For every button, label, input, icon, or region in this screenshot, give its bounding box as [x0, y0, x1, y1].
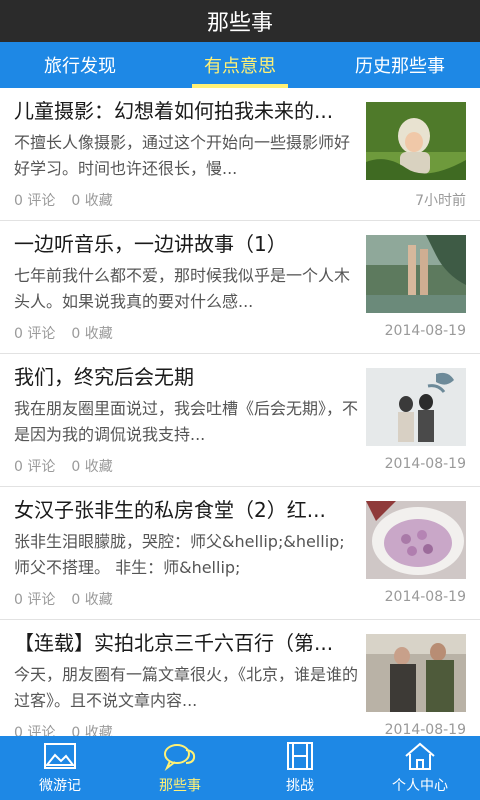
article-time: 2014-08-19 — [384, 323, 466, 339]
article-summary: 不擅长人像摄影，通过这个开始向一些摄影师好好学习。时间也许还很长，慢... — [14, 133, 351, 178]
article-summary: 张非生泪眼朦胧，哭腔：师父&hellip;&hellip; 师父不搭理。 非生：… — [14, 532, 345, 577]
article-thumbnail — [366, 368, 466, 446]
article-time: 7小时前 — [415, 193, 466, 209]
article-time: 2014-08-19 — [384, 722, 466, 736]
favorite-count: 0 收藏 — [71, 193, 113, 209]
article-thumbnail — [366, 235, 466, 313]
nav-travel-notes[interactable]: 微游记 — [0, 736, 120, 800]
bottom-navigation: 微游记 那些事 挑战 个人中心 — [0, 736, 480, 800]
article-list[interactable]: 儿童摄影：幻想着如何拍我未来的... 不擅长人像摄影，通过这个开始向一些摄影师好… — [0, 88, 480, 736]
tab-travel-discovery[interactable]: 旅行发现 — [0, 42, 160, 88]
comment-count: 0 评论 — [14, 459, 56, 475]
article-title: 女汉子张非生的私房食堂（2）红... — [14, 498, 326, 522]
chat-bubbles-icon — [164, 744, 196, 771]
app-title-bar: 那些事 — [0, 0, 480, 42]
nav-label: 个人中心 — [392, 778, 448, 794]
picture-icon — [44, 743, 76, 769]
nav-label: 那些事 — [159, 778, 201, 794]
photo-child-in-grass-icon — [366, 102, 466, 180]
photo-street-people-icon — [366, 634, 466, 712]
nav-label: 微游记 — [39, 778, 81, 794]
list-item[interactable]: 一边听音乐，一边讲故事（1） 七年前我什么都不爱，那时候我似乎是一个人木头人。如… — [0, 221, 480, 354]
article-thumbnail — [366, 634, 466, 712]
favorite-count: 0 收藏 — [71, 592, 113, 608]
list-item[interactable]: 女汉子张非生的私房食堂（2）红... 张非生泪眼朦胧，哭腔：师父&hellip;… — [0, 487, 480, 620]
article-title: 我们，终究后会无期 — [14, 365, 194, 389]
article-meta: 0 评论 0 收藏 — [14, 456, 113, 476]
film-icon — [287, 742, 313, 770]
list-item[interactable]: 儿童摄影：幻想着如何拍我未来的... 不擅长人像摄影，通过这个开始向一些摄影师好… — [0, 88, 480, 221]
article-summary: 七年前我什么都不爱，那时候我似乎是一个人木头人。如果说我真的要对什么感... — [14, 266, 351, 311]
nav-stories[interactable]: 那些事 — [120, 736, 240, 800]
tab-history[interactable]: 历史那些事 — [320, 42, 480, 88]
photo-food-bowl-icon — [366, 501, 466, 579]
home-icon — [405, 742, 435, 770]
article-title: 一边听音乐，一边讲故事（1） — [14, 232, 287, 256]
article-meta: 0 评论 0 收藏 — [14, 190, 113, 210]
article-meta: 0 评论 0 收藏 — [14, 589, 113, 609]
nav-profile[interactable]: 个人中心 — [360, 736, 480, 800]
article-time: 2014-08-19 — [384, 589, 466, 605]
comment-count: 0 评论 — [14, 592, 56, 608]
tab-label: 有点意思 — [204, 56, 276, 77]
article-meta: 0 评论 0 收藏 — [14, 722, 113, 736]
category-tabs: 旅行发现 有点意思 历史那些事 — [0, 42, 480, 88]
comment-count: 0 评论 — [14, 193, 56, 209]
comment-count: 0 评论 — [14, 326, 56, 342]
tab-interesting[interactable]: 有点意思 — [160, 42, 320, 88]
comment-count: 0 评论 — [14, 725, 56, 736]
nav-challenge[interactable]: 挑战 — [240, 736, 360, 800]
page-title: 那些事 — [206, 11, 273, 36]
tab-label: 旅行发现 — [44, 56, 116, 77]
favorite-count: 0 收藏 — [71, 459, 113, 475]
article-title: 【连载】实拍北京三千六百行（第... — [14, 631, 334, 655]
list-item[interactable]: 我们，终究后会无期 我在朋友圈里面说过，我会吐槽《后会无期》，不是因为我的调侃说… — [0, 354, 480, 487]
favorite-count: 0 收藏 — [71, 326, 113, 342]
photo-legs-by-water-icon — [366, 235, 466, 313]
favorite-count: 0 收藏 — [71, 725, 113, 736]
photo-movie-poster-icon — [366, 368, 466, 446]
article-summary: 我在朋友圈里面说过，我会吐槽《后会无期》，不是因为我的调侃说我支持... — [14, 399, 358, 444]
article-title: 儿童摄影：幻想着如何拍我未来的... — [14, 99, 334, 123]
article-thumbnail — [366, 102, 466, 180]
tab-label: 历史那些事 — [355, 56, 445, 77]
article-meta: 0 评论 0 收藏 — [14, 323, 113, 343]
article-time: 2014-08-19 — [384, 456, 466, 472]
article-summary: 今天，朋友圈有一篇文章很火，《北京，谁是谁的过客》。且不说文章内容... — [14, 665, 358, 710]
article-thumbnail — [366, 501, 466, 579]
nav-label: 挑战 — [286, 778, 314, 794]
list-item[interactable]: 【连载】实拍北京三千六百行（第... 今天，朋友圈有一篇文章很火，《北京，谁是谁… — [0, 620, 480, 736]
